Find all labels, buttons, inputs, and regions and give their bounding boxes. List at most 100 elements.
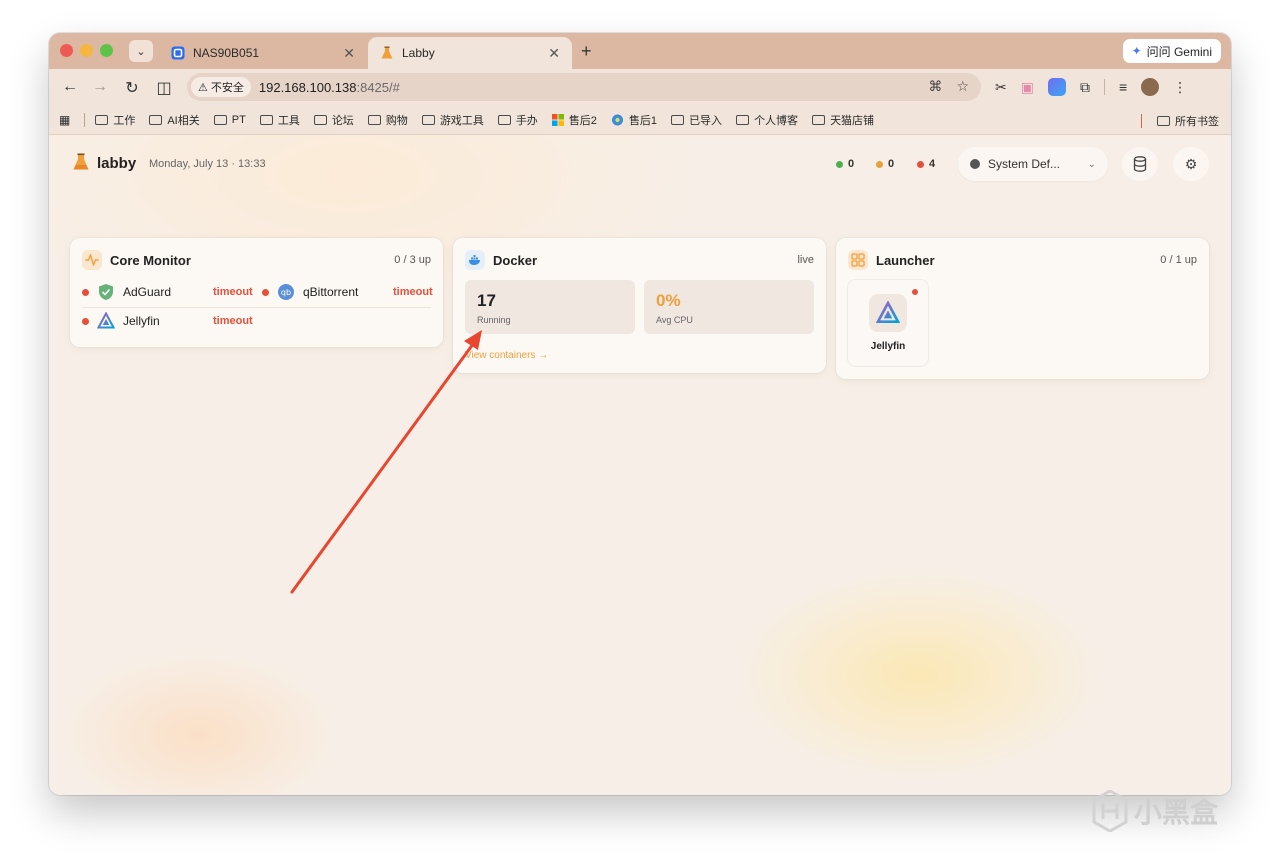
svg-text:qb: qb: [281, 288, 291, 297]
service-row-qbittorrent[interactable]: qb qBittorrent timeout: [262, 282, 433, 302]
zoom-window-button[interactable]: [100, 44, 113, 57]
tab-labby[interactable]: Labby ✕: [368, 37, 572, 69]
bookmark-folder[interactable]: 已导入: [671, 112, 722, 128]
url-host: 192.168.100.138: [258, 79, 357, 95]
bookmark-star-icon[interactable]: ☆: [956, 78, 969, 95]
reading-list-icon[interactable]: ≡: [1119, 79, 1127, 95]
bookmark-link[interactable]: 售后1: [611, 112, 657, 128]
docker-whale-icon: [465, 250, 485, 270]
extension-sparkle-icon[interactable]: ✂: [995, 79, 1007, 96]
core-monitor-card: Core Monitor 0 / 3 up AdGuard timeout qb…: [70, 238, 443, 347]
translate-icon[interactable]: ⌘: [928, 78, 942, 95]
bookmark-label: 已导入: [689, 114, 723, 127]
status-dot-orange: [876, 160, 883, 168]
settings-button[interactable]: ⚙: [1173, 147, 1209, 181]
bookmark-folder[interactable]: PT: [213, 113, 246, 126]
gemini-star-icon: ✦: [1131, 44, 1142, 58]
status-dot-red: [82, 317, 89, 325]
bookmark-label: 天猫店铺: [830, 114, 875, 127]
status-dot-red: [917, 160, 924, 168]
card-meta: 0 / 1 up: [1160, 254, 1197, 266]
address-bar[interactable]: ⚠ 不安全 192.168.100.138:8425/# ⌘ ☆: [187, 73, 981, 101]
status-up-count: 0: [836, 158, 854, 170]
browser-window: ⌄ NAS90B051 ✕ Labby ✕ + ✦ 问问 Gemini ← → …: [49, 33, 1231, 795]
profile-avatar[interactable]: [1141, 78, 1160, 96]
theme-icon: [970, 159, 980, 169]
nas-favicon-icon: [171, 46, 185, 60]
folder-icon: [671, 114, 685, 125]
adguard-shield-icon: [97, 283, 115, 301]
bookmark-divider: [1141, 114, 1142, 128]
url-rest: :8425/#: [356, 79, 400, 95]
folder-icon: [259, 114, 273, 125]
bookmark-folder[interactable]: 工作: [95, 112, 135, 128]
apps-button[interactable]: ▦: [59, 113, 70, 127]
close-icon[interactable]: ✕: [548, 45, 560, 62]
status-down-count: 4: [917, 158, 935, 170]
bookmark-folder[interactable]: 手办: [497, 112, 538, 128]
insecure-badge[interactable]: ⚠ 不安全: [191, 77, 251, 97]
toolbar-divider: [1103, 79, 1105, 95]
theme-select[interactable]: System Def... ⌄: [958, 147, 1108, 181]
folder-icon: [812, 114, 826, 125]
menu-dots-icon[interactable]: ⋮: [1173, 79, 1187, 96]
bookmark-folder[interactable]: 天猫店铺: [812, 112, 874, 128]
tab-search-button[interactable]: ⌄: [129, 40, 153, 62]
database-button[interactable]: [1122, 147, 1158, 181]
service-name: qBittorrent: [303, 285, 359, 299]
card-header: Launcher 0 / 1 up: [848, 250, 1197, 270]
tab-title: NAS90B051: [193, 46, 260, 60]
all-bookmarks-button[interactable]: 所有书签: [1141, 113, 1219, 129]
extension-icons: ✂ ▣ ⧉ ≡ ⋮: [995, 78, 1187, 96]
service-row-jellyfin[interactable]: Jellyfin timeout: [82, 311, 253, 331]
service-status: timeout: [213, 286, 253, 298]
bookmark-label: 手办: [515, 114, 538, 127]
launcher-app-jellyfin[interactable]: Jellyfin: [848, 280, 928, 366]
split-view-icon[interactable]: ◫: [155, 78, 173, 98]
service-row-adguard[interactable]: AdGuard timeout: [82, 282, 253, 302]
browser-toolbar: ← → ↻ ◫ ⚠ 不安全 192.168.100.138:8425/# ⌘ ☆…: [49, 69, 1231, 105]
brand-name: labby: [97, 155, 137, 172]
folder-icon: [367, 114, 381, 125]
bookmark-label: 工具: [277, 114, 300, 127]
bookmark-folder[interactable]: 购物: [367, 112, 408, 128]
bookmark-folder[interactable]: 工具: [259, 112, 300, 128]
close-window-button[interactable]: [60, 44, 73, 57]
service-status: timeout: [213, 315, 253, 327]
tab-nas[interactable]: NAS90B051 ✕: [159, 37, 367, 69]
header-date: Monday, July 13 · 13:33: [149, 158, 266, 170]
watermark-logo-icon: [1092, 790, 1128, 832]
bookmark-link[interactable]: 售后2: [551, 112, 597, 128]
service-name: AdGuard: [123, 285, 172, 299]
gear-icon: ⚙: [1184, 155, 1198, 172]
bookmark-folder[interactable]: 论坛: [313, 112, 354, 128]
status-dot-red: [262, 288, 269, 296]
minimize-window-button[interactable]: [80, 44, 93, 57]
service-status: timeout: [393, 286, 433, 298]
bookmark-divider: [84, 112, 86, 127]
extension-app-icon[interactable]: [1047, 78, 1066, 96]
back-arrow-icon[interactable]: ←: [61, 78, 79, 96]
url-text[interactable]: 192.168.100.138:8425/#: [259, 80, 400, 95]
view-containers-link[interactable]: View containers →: [465, 350, 548, 361]
puzzle-icon[interactable]: ⧉: [1080, 79, 1090, 96]
folder-icon: [421, 114, 435, 125]
card-title: Launcher: [876, 252, 935, 268]
extension-tv-icon[interactable]: ▣: [1021, 79, 1034, 96]
bookmark-folder[interactable]: AI相关: [149, 112, 200, 128]
close-icon[interactable]: ✕: [343, 45, 355, 62]
warning-icon: ⚠: [198, 81, 208, 94]
bookmark-folder[interactable]: 个人博客: [736, 112, 798, 128]
bookmark-label: AI相关: [167, 114, 200, 127]
gemini-button[interactable]: ✦ 问问 Gemini: [1122, 39, 1221, 63]
app-name: Jellyfin: [870, 341, 906, 352]
card-meta: 0 / 3 up: [394, 254, 431, 266]
forward-arrow-icon[interactable]: →: [91, 78, 109, 96]
bookmark-folder[interactable]: 游戏工具: [421, 112, 484, 128]
bookmark-label: PT: [231, 113, 246, 126]
new-tab-button[interactable]: +: [581, 41, 592, 62]
theme-label: System Def...: [988, 157, 1061, 171]
reload-icon[interactable]: ↻: [123, 78, 141, 98]
bookmarks-bar: ▦ 工作 AI相关 PT 工具 论坛 购物 游戏工具 手办 售后2 售后1 已导…: [49, 105, 1231, 135]
labby-page: labby Monday, July 13 · 13:33 0 0 4 Syst…: [49, 135, 1231, 795]
